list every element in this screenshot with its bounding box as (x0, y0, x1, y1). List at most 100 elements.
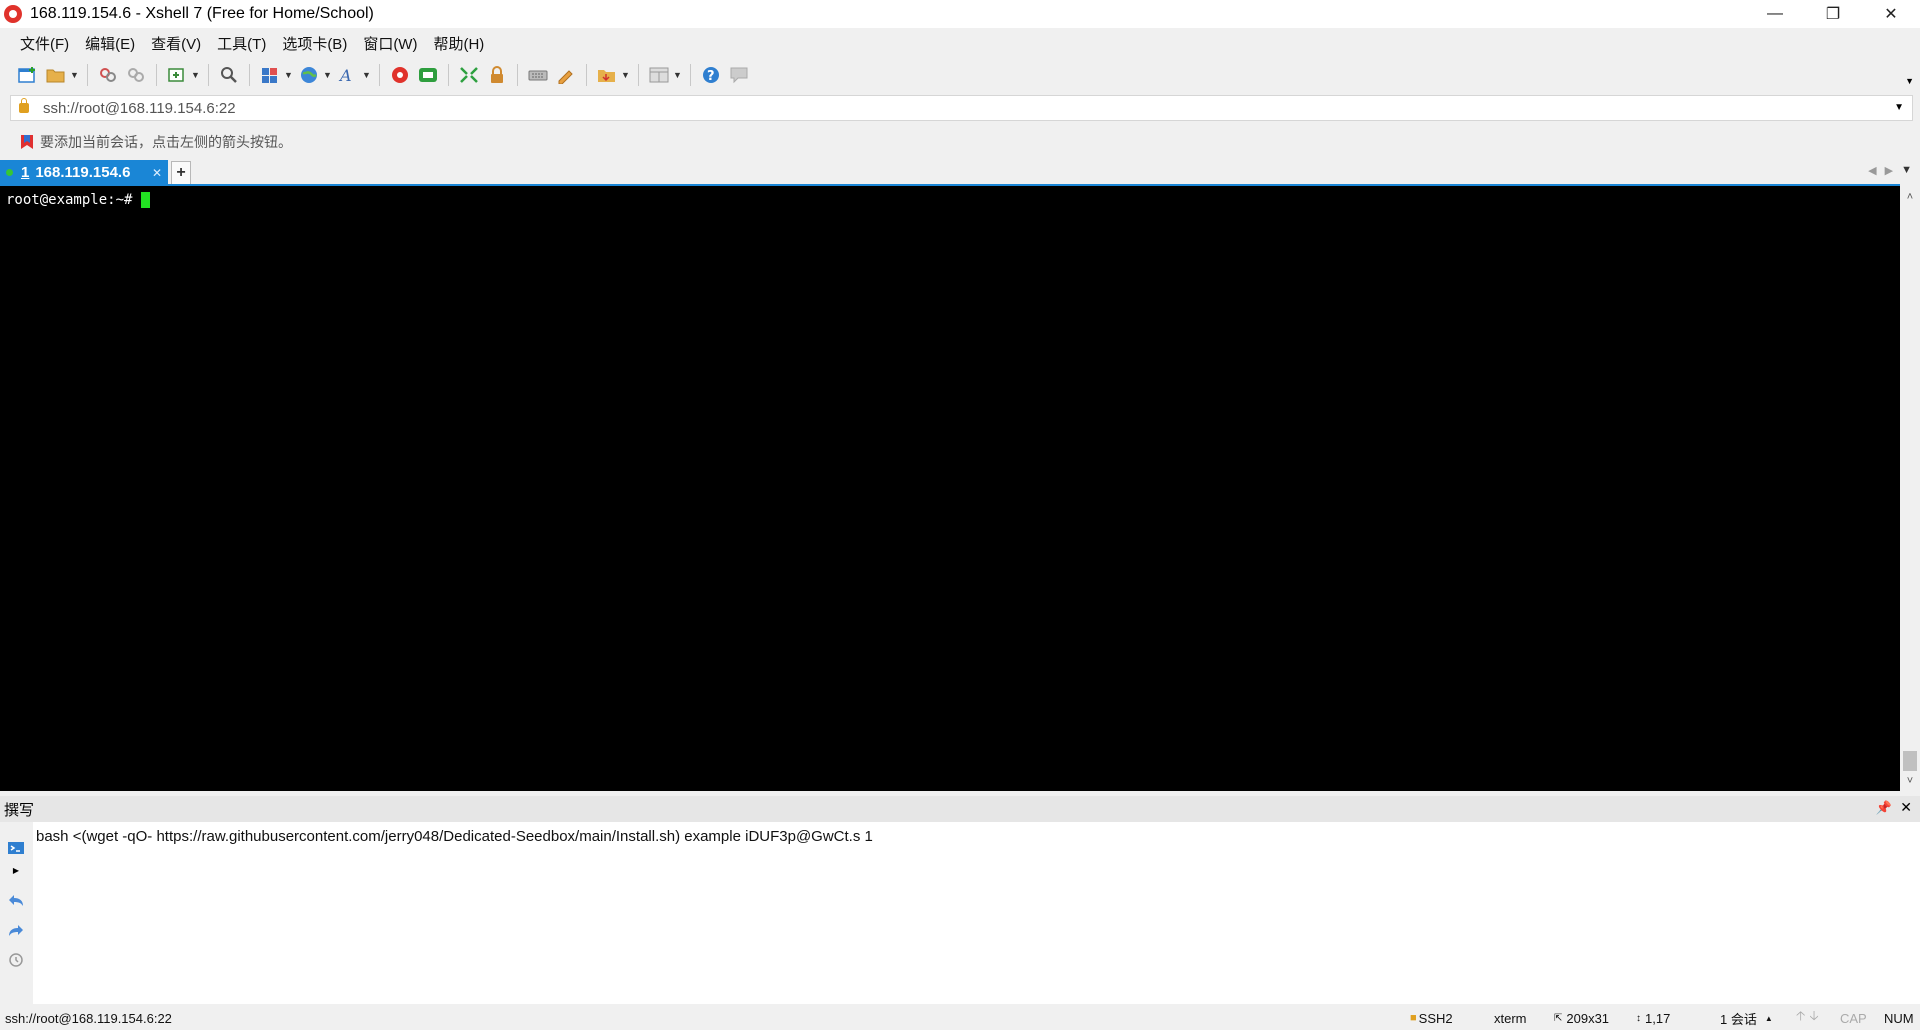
compose-close-icon[interactable]: ✕ (1900, 799, 1912, 816)
compose-icon[interactable] (555, 64, 577, 86)
status-cursor-pos: ↕ 1,17 (1636, 1011, 1720, 1026)
help-icon[interactable]: ? (700, 64, 722, 86)
tab-next-icon[interactable]: ▶ (1885, 164, 1893, 177)
toolbar-overflow-icon[interactable]: ▼ (1905, 76, 1914, 86)
window-controls: — ❐ ✕ (1746, 0, 1920, 28)
lock-icon[interactable] (486, 64, 508, 86)
status-cap: CAP (1840, 1010, 1867, 1026)
globe-icon[interactable] (298, 64, 320, 86)
toolbar-divider (156, 64, 157, 86)
tab-close-icon[interactable]: ✕ (152, 166, 162, 180)
add-tab-button[interactable]: + (171, 161, 191, 185)
layout-grid-icon[interactable] (648, 64, 670, 86)
close-button[interactable]: ✕ (1862, 0, 1920, 28)
scroll-up-icon[interactable]: ˄ (1900, 188, 1920, 206)
protocol-label: SSH2 (1418, 1010, 1453, 1026)
new-window-dropdown-icon[interactable]: ▼ (191, 64, 200, 86)
cursor-pos-icon: ↕ (1636, 1012, 1641, 1024)
status-protocol: ■ SSH2 (1410, 1011, 1494, 1026)
xftp-icon[interactable] (389, 64, 411, 86)
menu-tools[interactable]: 工具(T) (209, 33, 274, 54)
scroll-down-icon[interactable]: ˅ (1900, 772, 1920, 790)
redo-icon[interactable] (6, 920, 26, 940)
address-input[interactable] (41, 98, 1865, 118)
open-dropdown-icon[interactable]: ▼ (70, 64, 79, 86)
terminal-view[interactable]: root@example:~# (0, 186, 1900, 791)
tab-prev-icon[interactable]: ◀ (1868, 164, 1876, 177)
toolbar-divider (638, 64, 639, 86)
svg-text:A: A (338, 66, 352, 84)
toolbar-divider (448, 64, 449, 86)
fullscreen-icon[interactable] (458, 64, 480, 86)
tab-session-1[interactable]: 1 168.119.154.6 ✕ (0, 160, 168, 185)
globe-dropdown-icon[interactable]: ▼ (323, 64, 332, 86)
tab-label: 168.119.154.6 (35, 164, 131, 181)
terminal-scrollbar[interactable]: ˄ ˅ (1900, 186, 1920, 791)
chat-icon[interactable] (728, 64, 750, 86)
add-session-bookmark-icon[interactable] (20, 134, 34, 150)
layout-icon[interactable] (259, 64, 281, 86)
layout-dropdown-icon[interactable]: ▼ (284, 64, 293, 86)
layout-grid-dropdown-icon[interactable]: ▼ (673, 64, 682, 86)
toolbar-divider (690, 64, 691, 86)
menu-tab[interactable]: 选项卡(B) (274, 33, 355, 54)
undo-icon[interactable] (6, 890, 26, 910)
size-label: 209x31 (1566, 1010, 1610, 1026)
status-sessions[interactable]: 1 会话 ▲ (1720, 1009, 1796, 1028)
scrollbar-thumb[interactable] (1903, 751, 1917, 771)
menu-view[interactable]: 查看(V) (143, 33, 209, 54)
download-arrow-icon: 🡣 (1809, 1008, 1819, 1023)
history-icon[interactable] (6, 950, 26, 970)
status-transfer: 🡡 🡣 (1796, 1007, 1840, 1029)
menu-help[interactable]: 帮助(H) (425, 33, 492, 54)
status-right: ■ SSH2 xterm ⇱ 209x31 ↕ 1,17 1 会话 ▲ 🡡 🡣 … (1410, 1006, 1920, 1030)
compose-title: 撰写 (4, 801, 35, 819)
status-size: ⇱ 209x31 (1554, 1011, 1636, 1026)
minimize-button[interactable]: — (1746, 0, 1804, 28)
terminal-line: root@example:~# (6, 192, 151, 208)
status-bar: ssh://root@168.119.154.6:22 ■ SSH2 xterm… (0, 1006, 1920, 1030)
status-terminal-type: xterm (1494, 1010, 1527, 1026)
font-dropdown-icon[interactable]: ▼ (362, 64, 371, 86)
toolbar-divider (87, 64, 88, 86)
window-title: 168.119.154.6 - Xshell 7 (Free for Home/… (30, 5, 374, 22)
address-dropdown-icon[interactable]: ▼ (1894, 102, 1904, 113)
sessions-label: 1 会话 (1720, 1011, 1757, 1027)
tab-list-icon[interactable]: ▼ (1901, 164, 1912, 177)
toolbar-divider (379, 64, 380, 86)
new-session-icon[interactable] (17, 64, 39, 86)
transfer-dropdown-icon[interactable]: ▼ (621, 64, 630, 86)
toolbar-divider (249, 64, 250, 86)
send-to-session-icon[interactable] (6, 838, 26, 858)
session-tab-bar: 1 168.119.154.6 ✕ + ◀ ▶ ▼ (0, 159, 1920, 185)
menu-bar: 文件(F) 编辑(E) 查看(V) 工具(T) 选项卡(B) 窗口(W) 帮助(… (0, 28, 1920, 58)
xagent-icon[interactable] (417, 64, 439, 86)
font-icon[interactable]: A (337, 64, 359, 86)
reconnect-icon[interactable] (97, 64, 119, 86)
disconnect-icon[interactable] (125, 64, 147, 86)
expand-arrow-icon[interactable]: ▶ (6, 860, 26, 880)
address-bar: ▼ (10, 95, 1913, 121)
open-folder-icon[interactable] (45, 64, 67, 86)
keyboard-icon[interactable] (527, 64, 549, 86)
lock-icon: ■ (1410, 1012, 1417, 1024)
menu-window[interactable]: 窗口(W) (355, 33, 425, 54)
size-icon: ⇱ (1554, 1012, 1563, 1024)
new-window-icon[interactable] (166, 64, 188, 86)
menu-edit[interactable]: 编辑(E) (77, 33, 143, 54)
sessions-up-icon: ▲ (1764, 1013, 1773, 1023)
lock-icon (19, 98, 29, 113)
connected-status-icon (6, 169, 13, 176)
upload-arrow-icon: 🡡 (1796, 1008, 1806, 1023)
menu-file[interactable]: 文件(F) (12, 33, 77, 54)
terminal-prompt: root@example:~# (6, 192, 133, 208)
pin-icon[interactable]: 📌 (1876, 800, 1892, 816)
toolbar-divider (586, 64, 587, 86)
transfer-icon[interactable] (596, 64, 618, 86)
tab-navigation: ◀ ▶ ▼ (1868, 164, 1912, 177)
xshell-logo-icon (4, 5, 22, 23)
tab-index: 1 (21, 164, 30, 181)
find-icon[interactable] (218, 64, 240, 86)
restore-button[interactable]: ❐ (1804, 0, 1862, 28)
compose-input[interactable]: bash <(wget -qO- https://raw.githubuserc… (33, 822, 1920, 1004)
